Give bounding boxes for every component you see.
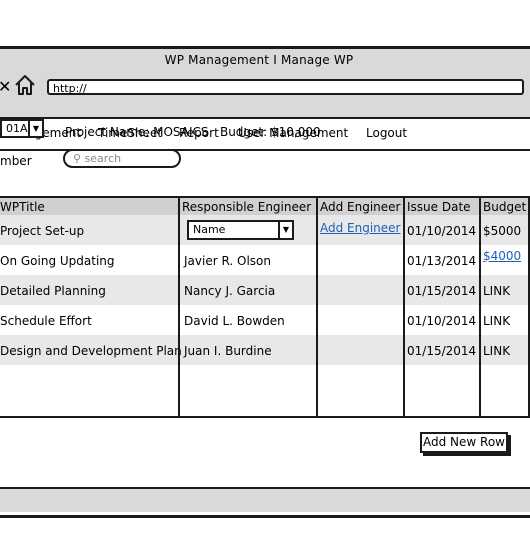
cell-wptitle: Design and Development Plan <box>0 344 182 358</box>
project-name: Project Name: MOSAICS <box>65 125 209 139</box>
url-bar[interactable]: http:// <box>47 79 524 95</box>
project-info: Project Name: MOSAICS Budget: $10,000 <box>65 125 321 139</box>
search-input[interactable]: ⚲ search <box>63 149 181 168</box>
chevron-down-icon: ▼ <box>28 121 42 136</box>
cell-wptitle: Schedule Effort <box>0 314 92 328</box>
cell-budget: LINK <box>483 314 511 328</box>
member-label: mber <box>0 154 32 168</box>
engineer-select-value: Name <box>193 223 226 236</box>
table-header: WPTitle Responsible Engineer Add Enginee… <box>0 196 530 216</box>
header-issue-date: Issue Date <box>407 200 471 214</box>
cell-budget: $5000 <box>483 224 522 238</box>
column-divider <box>316 196 318 416</box>
header-add-engineer: Add Engineer <box>320 200 401 214</box>
project-code-select[interactable]: 01A ▼ <box>0 119 44 138</box>
cell-engineer: Javier R. Olson <box>184 254 271 268</box>
cell-engineer: Nancy J. Garcia <box>184 284 276 298</box>
table-row: Schedule Effort David L. Bowden 01/10/20… <box>0 305 530 335</box>
header-wptitle: WPTitle <box>0 200 45 214</box>
search-icon: ⚲ <box>73 152 82 165</box>
header-responsible-engineer: Responsible Engineer <box>182 200 312 214</box>
window-title: WP Management I Manage WP <box>164 53 354 67</box>
cell-engineer: Juan I. Burdine <box>184 344 272 358</box>
cell-issue-date: 01/15/2014 <box>407 284 477 298</box>
cell-budget: LINK <box>483 284 511 298</box>
menu-item-logout[interactable]: Logout <box>366 126 407 140</box>
project-code-value: 01A <box>6 122 28 135</box>
cell-issue-date: 01/10/2014 <box>407 224 477 238</box>
add-engineer-link[interactable]: Add Engineer <box>320 221 401 235</box>
budget-link[interactable]: $4000 <box>483 249 521 263</box>
column-divider <box>178 196 180 416</box>
search-placeholder: search <box>84 152 122 165</box>
cell-issue-date: 01/10/2014 <box>407 314 477 328</box>
table-row: Project Set-up Name ▼ Add Engineer 01/10… <box>0 215 530 245</box>
column-divider <box>403 196 405 416</box>
cell-wptitle: Project Set-up <box>0 224 85 238</box>
close-x-icon[interactable]: ✕ <box>0 77 11 96</box>
cell-issue-date: 01/13/2014 <box>407 254 477 268</box>
title-bar: WP Management I Manage WP ✕ http:// <box>0 49 530 119</box>
cell-wptitle: On Going Updating <box>0 254 115 268</box>
wp-table: WPTitle Responsible Engineer Add Enginee… <box>0 196 530 418</box>
status-bar <box>0 487 530 512</box>
cell-issue-date: 01/15/2014 <box>407 344 477 358</box>
add-new-row-button[interactable]: Add New Row <box>420 432 508 453</box>
table-row: On Going Updating Javier R. Olson 01/13/… <box>0 245 530 275</box>
project-budget: Budget: $10,000 <box>219 125 321 139</box>
table-row: Design and Development Plan Juan I. Burd… <box>0 335 530 365</box>
cell-budget: LINK <box>483 344 511 358</box>
cell-engineer: David L. Bowden <box>184 314 285 328</box>
header-budget: Budget <box>483 200 527 214</box>
table-row: Detailed Planning Nancy J. Garcia 01/15/… <box>0 275 530 305</box>
chevron-down-icon: ▼ <box>278 222 292 238</box>
engineer-select[interactable]: Name ▼ <box>187 220 294 240</box>
cell-wptitle: Detailed Planning <box>0 284 106 298</box>
home-icon[interactable] <box>14 74 36 96</box>
column-divider <box>479 196 481 416</box>
